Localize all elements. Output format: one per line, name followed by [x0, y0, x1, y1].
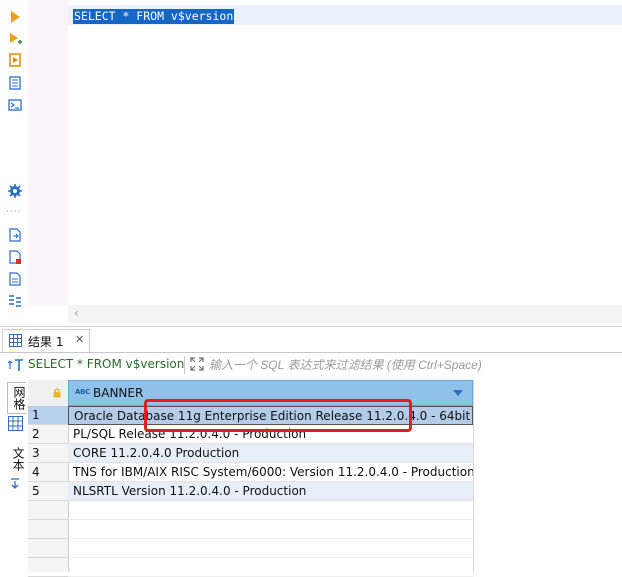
sql-statement[interactable]: SELECT * FROM v$version — [73, 9, 235, 24]
column-title: BANNER — [93, 386, 144, 400]
horizontal-scrollbar[interactable]: ‹ — [68, 305, 622, 323]
tab-text-view[interactable]: 文本 — [7, 444, 25, 474]
column-menu-icon[interactable] — [453, 390, 463, 396]
row-number[interactable]: 3 — [28, 444, 68, 463]
sql-editor[interactable]: SELECT * FROM v$version — [68, 0, 622, 305]
grid-view-icon[interactable] — [8, 416, 23, 431]
filter-bar: SELECT * FROM v$version — [6, 354, 616, 376]
table-cell-banner[interactable]: CORE 11.2.0.4.0 Production — [68, 444, 473, 463]
grid-table-icon — [9, 334, 22, 347]
row-number[interactable]: 5 — [28, 482, 68, 501]
format-sql-icon[interactable] — [8, 294, 22, 308]
editor-toolbar: ···· — [0, 0, 28, 325]
row-number[interactable]: 2 — [28, 425, 68, 444]
tab-label: 结果 1 — [28, 335, 64, 349]
empty-row-header — [28, 539, 68, 558]
export-script-icon[interactable] — [8, 272, 22, 286]
results-tabbar: 结果 1 ✕ — [0, 326, 622, 353]
string-type-icon: ABC — [75, 388, 90, 396]
empty-row — [68, 558, 473, 577]
result-view-switcher: 网格 文本 — [6, 380, 26, 572]
empty-row — [68, 501, 473, 520]
filter-input[interactable] — [209, 355, 609, 375]
load-script-icon[interactable] — [8, 228, 22, 242]
table-cell-banner[interactable]: TNS for IBM/AIX RISC System/6000: Versio… — [68, 463, 473, 482]
tab-result-1[interactable]: 结果 1 ✕ — [2, 329, 90, 352]
tab-grid-view[interactable]: 网格 — [7, 382, 26, 414]
table-cell-banner[interactable]: NLSRTL Version 11.2.0.4.0 - Production — [68, 482, 473, 501]
editor-gutter — [28, 0, 68, 305]
row-number[interactable]: 1 — [28, 406, 68, 425]
row-number-column: 12345 — [28, 380, 69, 577]
results-grid[interactable]: ABC BANNER Oracle Database 11g Enterpris… — [68, 380, 474, 577]
close-icon[interactable]: ✕ — [75, 333, 84, 346]
expand-icon[interactable] — [190, 357, 204, 371]
table-cell-banner[interactable]: Oracle Database 11g Enterprise Edition R… — [68, 406, 473, 425]
empty-row — [68, 539, 473, 558]
lock-icon — [53, 388, 61, 398]
empty-row-header — [28, 558, 68, 577]
execute-script-icon[interactable] — [8, 32, 22, 46]
refresh-query-icon[interactable] — [8, 358, 26, 372]
filter-divider — [184, 356, 185, 374]
empty-row — [68, 520, 473, 539]
sql-log-icon[interactable] — [8, 76, 22, 90]
empty-row-header — [28, 501, 68, 520]
output-console-icon[interactable] — [8, 98, 22, 112]
toolbar-divider: ···· — [6, 207, 22, 217]
execute-icon[interactable] — [8, 10, 22, 24]
settings-icon[interactable] — [8, 184, 22, 198]
grid-corner[interactable] — [28, 380, 68, 407]
panel-toggle-icon[interactable] — [9, 478, 21, 490]
table-cell-banner[interactable]: PL/SQL Release 11.2.0.4.0 - Production — [68, 425, 473, 444]
explain-plan-icon[interactable] — [8, 53, 22, 67]
new-script-icon[interactable] — [8, 250, 22, 264]
scroll-left-icon[interactable]: ‹ — [74, 306, 79, 320]
active-query-label: SELECT * FROM v$version — [28, 357, 185, 371]
empty-row-header — [28, 520, 68, 539]
row-number[interactable]: 4 — [28, 463, 68, 482]
column-header-banner[interactable]: ABC BANNER — [68, 380, 473, 406]
grid-column-divider — [473, 380, 474, 572]
